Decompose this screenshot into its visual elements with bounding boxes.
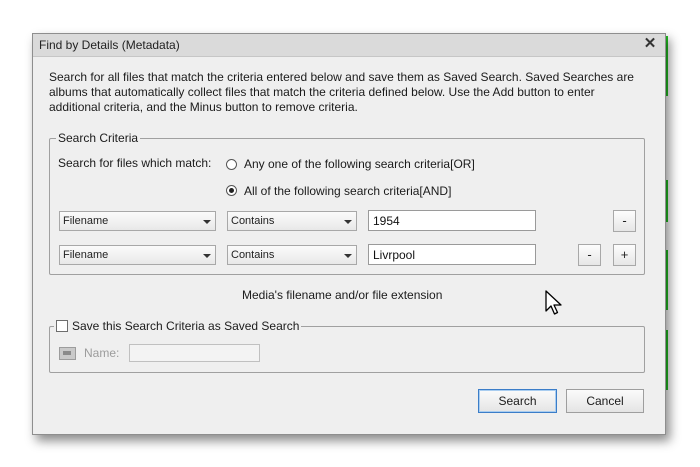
radio-or-label[interactable]: Any one of the following search criteria… [244,157,475,171]
chevron-down-icon [203,220,211,224]
criteria-operator-select[interactable]: Contains [227,211,357,231]
criteria-value-input[interactable]: Livrpool [368,244,536,265]
remove-criteria-button[interactable]: - [613,210,636,232]
radio-and[interactable] [226,185,237,196]
chevron-down-icon [344,220,352,224]
album-icon-glyph [63,351,71,355]
criteria-field-value: Filename [63,249,109,261]
radio-and-label[interactable]: All of the following search criteria[AND… [244,184,451,198]
name-label: Name: [84,346,120,360]
criteria-hint: Media's filename and/or file extension [242,288,443,302]
saved-search-name-input[interactable] [129,344,260,362]
criteria-operator-select[interactable]: Contains [227,245,357,265]
save-search-label[interactable]: Save this Search Criteria as Saved Searc… [72,319,299,333]
saved-search-group: Save this Search Criteria as Saved Searc… [49,319,645,373]
close-icon[interactable]: ✕ [641,35,659,53]
criteria-field-select[interactable]: Filename [59,211,216,231]
search-criteria-legend: Search Criteria [56,131,141,145]
mouse-cursor-icon [545,290,562,315]
remove-criteria-button[interactable]: - [578,244,601,266]
chevron-down-icon [344,254,352,258]
cancel-button[interactable]: Cancel [566,389,644,413]
criteria-field-select[interactable]: Filename [59,245,216,265]
search-criteria-group: Search Criteria Search for files which m… [49,131,645,275]
match-label: Search for files which match: [58,156,212,170]
find-by-details-dialog: Find by Details (Metadata) ✕ Search for … [32,33,666,435]
add-criteria-button[interactable]: + [613,244,636,266]
criteria-value-input[interactable]: 1954 [368,210,536,231]
radio-or[interactable] [226,159,237,170]
dialog-title: Find by Details (Metadata) [39,38,180,52]
criteria-field-value: Filename [63,215,109,227]
chevron-down-icon [203,254,211,258]
criteria-operator-value: Contains [231,215,275,227]
criteria-operator-value: Contains [231,249,275,261]
dialog-description: Search for all files that match the crit… [49,70,634,114]
album-icon [59,347,76,360]
title-bar: Find by Details (Metadata) ✕ [33,34,665,57]
save-search-checkbox[interactable] [56,320,68,332]
saved-search-legend: Save this Search Criteria as Saved Searc… [54,319,302,333]
search-button[interactable]: Search [478,389,557,413]
